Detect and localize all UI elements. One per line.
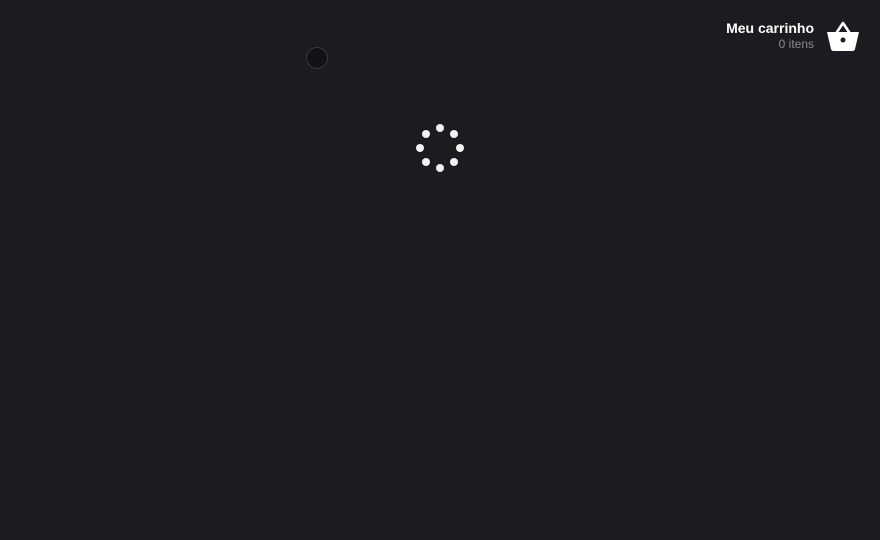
page: Meu carrinho 0 itens xyxy=(0,0,880,540)
loading-spinner-icon xyxy=(416,124,464,172)
cart-title: Meu carrinho xyxy=(726,20,814,37)
basket-icon xyxy=(827,21,859,51)
cart-summary: Meu carrinho 0 itens xyxy=(726,20,814,52)
cart-button[interactable]: Meu carrinho 0 itens xyxy=(726,20,860,52)
circle-indicator xyxy=(306,47,328,69)
cart-item-count: 0 itens xyxy=(778,37,814,52)
